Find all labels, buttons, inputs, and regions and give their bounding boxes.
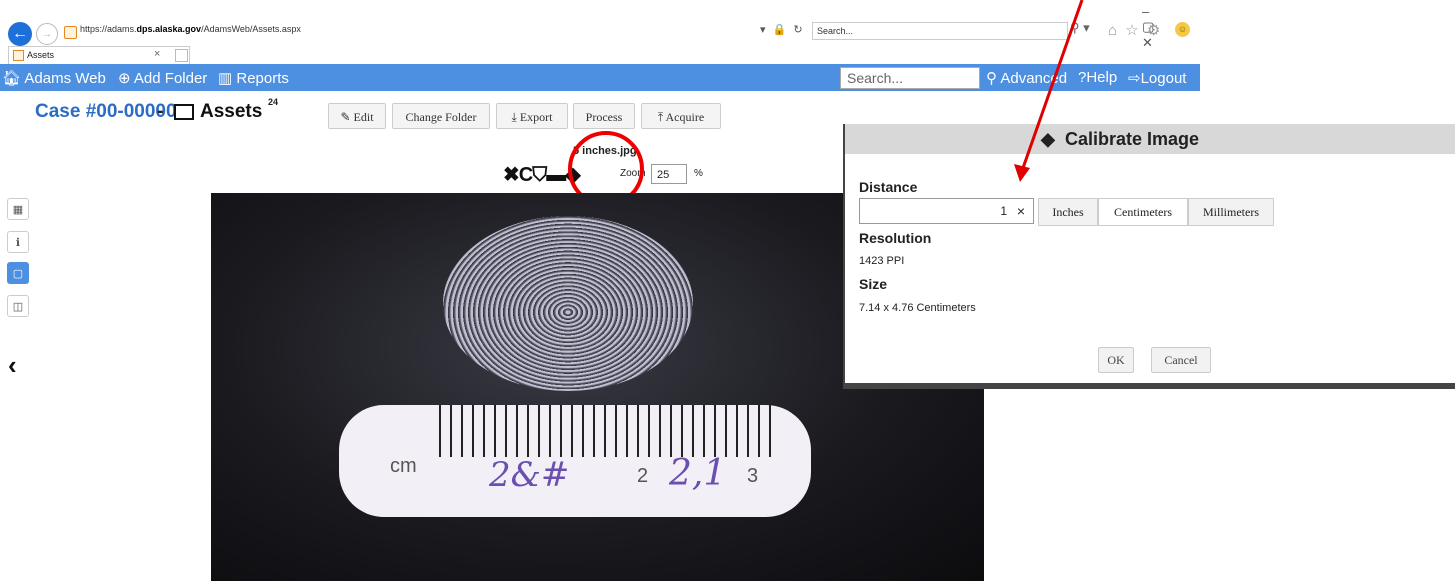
annotation-arrow bbox=[1014, 0, 1084, 182]
